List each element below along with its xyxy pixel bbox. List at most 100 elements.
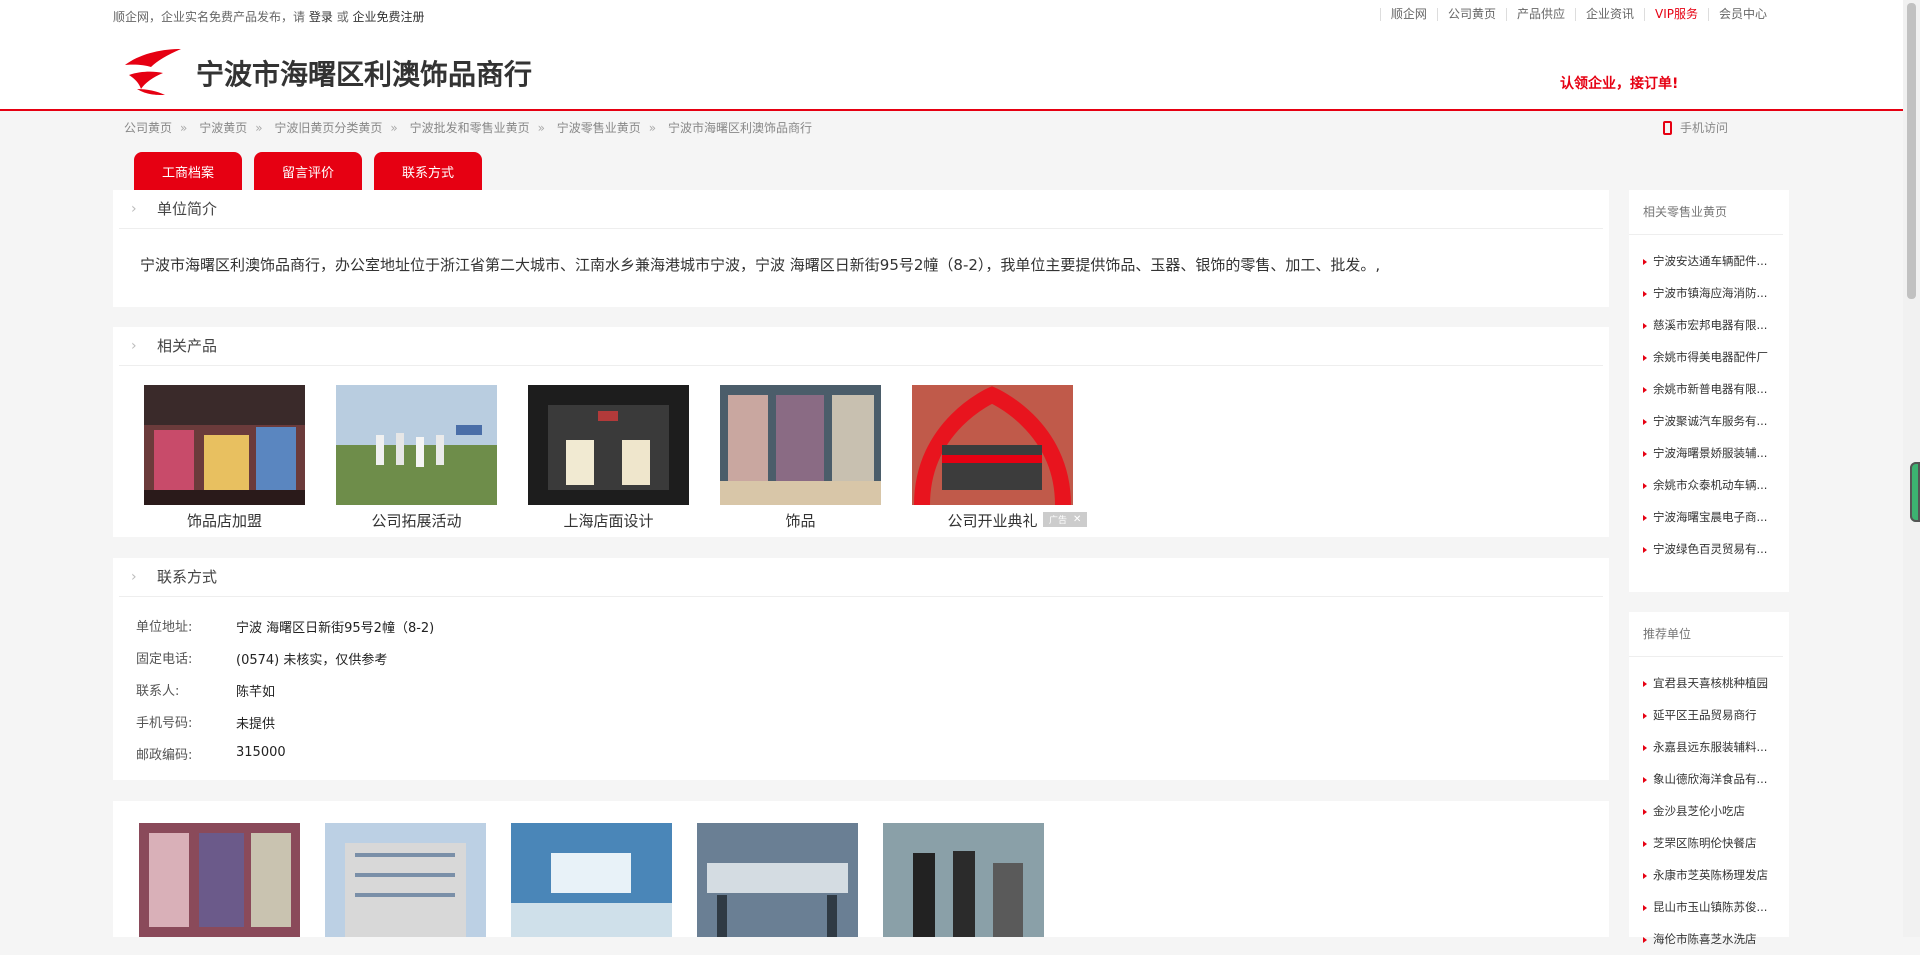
product-caption[interactable]: 公司拓展活动 <box>336 510 497 531</box>
product-caption[interactable]: 饰品 <box>720 510 881 531</box>
contact-panel: › 联系方式 单位地址: 宁波 海曙区日新街95号2幢（8-2) 固定电话: (… <box>113 558 1609 780</box>
intro-heading: › 单位简介 <box>119 190 1603 229</box>
recommend-item[interactable]: 永嘉县远东服装辅料... <box>1643 731 1789 763</box>
products-heading: › 相关产品 <box>119 327 1603 366</box>
product-image[interactable] <box>720 385 881 505</box>
phone-value: (0574) 未核实，仅供参考 <box>236 653 388 668</box>
recommend-item[interactable]: 延平区王品贸易商行 <box>1643 699 1789 731</box>
breadcrumb-sep: » <box>648 121 657 135</box>
recommend-item[interactable]: 芝罘区陈明伦快餐店 <box>1643 827 1789 859</box>
product-caption[interactable]: 上海店面设计 <box>528 510 689 531</box>
product-image[interactable] <box>528 385 689 505</box>
sidebar-recommend-title: 推荐单位 <box>1629 612 1783 657</box>
product-image[interactable] <box>912 385 1073 506</box>
recommend-item[interactable]: 象山德欣海洋食品有... <box>1643 763 1789 795</box>
header: 宁波市海曙区利澳饰品商行 认领企业，接订单! <box>0 31 1903 111</box>
related-item[interactable]: 宁波海曙景娇服装辅... <box>1643 437 1789 469</box>
sidebar-related: 相关零售业黄页 宁波安达通车辆配件... 宁波市镇海应海消防... 慈溪市宏邦电… <box>1629 190 1789 592</box>
ad-badge[interactable]: 广告 ✕ <box>1043 512 1088 527</box>
intro-heading-text: 单位简介 <box>157 200 218 218</box>
breadcrumb-item[interactable]: 公司黄页 <box>124 121 172 135</box>
shunqi-logo-icon[interactable] <box>123 45 183 97</box>
breadcrumb-sep: » <box>390 121 398 135</box>
nav-vip[interactable]: VIP服务 <box>1643 8 1708 21</box>
breadcrumb-item[interactable]: 宁波批发和零售业黄页 <box>410 121 530 135</box>
mobile-access-link[interactable]: 手机访问 <box>1663 119 1728 136</box>
related-item[interactable]: 余姚市众泰机动车辆... <box>1643 469 1789 501</box>
top-bar: 顺企网，企业实名免费产品发布，请 登录 或 企业免费注册 顺企网 公司黄页 产品… <box>0 0 1903 32</box>
top-notice: 顺企网，企业实名免费产品发布，请 登录 或 企业免费注册 <box>113 8 425 25</box>
contact-label: 单位地址: <box>136 620 193 635</box>
products-panel: › 相关产品 饰品店加盟 公司拓展活动 上海店面设计 饰品 公司开业典礼 广告 … <box>113 327 1609 537</box>
chevron-right-icon: › <box>131 201 137 217</box>
product-card[interactable]: 公司拓展活动 <box>336 385 497 531</box>
close-icon[interactable]: ✕ <box>1073 514 1081 525</box>
or-text: 或 <box>336 10 349 24</box>
nav-products[interactable]: 产品供应 <box>1505 8 1575 21</box>
related-item[interactable]: 慈溪市宏邦电器有限... <box>1643 309 1789 341</box>
recommend-item[interactable]: 海伦市陈喜芝水洗店 <box>1643 923 1789 955</box>
related-item[interactable]: 宁波聚诚汽车服务有... <box>1643 405 1789 437</box>
related-item[interactable]: 宁波绿色百灵贸易有... <box>1643 533 1789 565</box>
ad-label: 广告 <box>1049 516 1068 526</box>
gallery-image[interactable] <box>883 823 1044 937</box>
contact-label: 邮政编码: <box>136 748 193 763</box>
postcode-value: 315000 <box>236 745 286 760</box>
notice-text: 顺企网，企业实名免费产品发布，请 <box>113 10 306 24</box>
recommend-list: 宜君县天喜核桃种植园 延平区王品贸易商行 永嘉县远东服装辅料... 象山德欣海洋… <box>1629 657 1789 955</box>
breadcrumb-sep: » <box>180 121 188 135</box>
sidebar-recommend: 推荐单位 宜君县天喜核桃种植园 延平区王品贸易商行 永嘉县远东服装辅料... 象… <box>1629 612 1789 946</box>
tab-reviews[interactable]: 留言评价 <box>254 152 362 190</box>
gallery-image[interactable] <box>511 823 672 937</box>
chevron-right-icon: › <box>131 338 137 354</box>
nav-yellow-pages[interactable]: 公司黄页 <box>1436 8 1506 21</box>
sidebar-related-title: 相关零售业黄页 <box>1629 190 1783 235</box>
gallery-image[interactable] <box>325 823 486 937</box>
related-item[interactable]: 宁波安达通车辆配件... <box>1643 245 1789 277</box>
gallery-image[interactable] <box>139 823 300 937</box>
related-list: 宁波安达通车辆配件... 宁波市镇海应海消防... 慈溪市宏邦电器有限... 余… <box>1629 235 1789 565</box>
gallery-image[interactable] <box>697 823 858 937</box>
related-item[interactable]: 宁波海曙宝晨电子商... <box>1643 501 1789 533</box>
intro-text: 宁波市海曙区利澳饰品商行，办公室地址位于浙江省第二大城市、江南水乡兼海港城市宁波… <box>140 256 1381 274</box>
product-card[interactable]: 公司开业典礼 <box>912 385 1073 531</box>
nav-news[interactable]: 企业资讯 <box>1574 8 1644 21</box>
top-nav: 顺企网 公司黄页 产品供应 企业资讯 VIP服务 会员中心 <box>1379 8 1777 21</box>
nav-member-center[interactable]: 会员中心 <box>1707 8 1777 21</box>
claim-company-link[interactable]: 认领企业，接订单! <box>1560 73 1678 93</box>
recommend-item[interactable]: 宜君县天喜核桃种植园 <box>1643 667 1789 699</box>
gallery-panel <box>113 801 1609 937</box>
contact-person-value: 陈芊如 <box>236 685 276 700</box>
product-card[interactable]: 饰品店加盟 <box>144 385 305 531</box>
recommend-item[interactable]: 昆山市玉山镇陈苏俊... <box>1643 891 1789 923</box>
recommend-item[interactable]: 永康市芝英陈杨理发店 <box>1643 859 1789 891</box>
contact-heading-text: 联系方式 <box>157 568 218 586</box>
product-card[interactable]: 上海店面设计 <box>528 385 689 531</box>
tab-contact[interactable]: 联系方式 <box>374 152 482 190</box>
breadcrumb-item[interactable]: 宁波旧黄页分类黄页 <box>274 121 382 135</box>
related-item[interactable]: 余姚市新普电器有限... <box>1643 373 1789 405</box>
breadcrumb-item[interactable]: 宁波市海曙区利澳饰品商行 <box>668 121 812 135</box>
breadcrumb-item[interactable]: 宁波黄页 <box>199 121 247 135</box>
product-image[interactable] <box>144 385 305 505</box>
products-heading-text: 相关产品 <box>157 337 218 355</box>
contact-heading: › 联系方式 <box>119 558 1603 597</box>
nav-shunqi[interactable]: 顺企网 <box>1379 8 1437 21</box>
mobile-access-label: 手机访问 <box>1680 121 1729 135</box>
product-caption[interactable]: 饰品店加盟 <box>144 510 305 531</box>
product-card[interactable]: 饰品 <box>720 385 881 531</box>
related-item[interactable]: 余姚市得美电器配件厂 <box>1643 341 1789 373</box>
intro-panel: › 单位简介 宁波市海曙区利澳饰品商行，办公室地址位于浙江省第二大城市、江南水乡… <box>113 190 1609 307</box>
register-link[interactable]: 企业免费注册 <box>353 10 425 24</box>
scrollbar-thumb[interactable] <box>1907 3 1916 299</box>
login-link[interactable]: 登录 <box>309 10 333 24</box>
side-float-handle[interactable] <box>1910 462 1920 522</box>
tab-business-record[interactable]: 工商档案 <box>134 152 242 190</box>
recommend-item[interactable]: 金沙县芝伦小吃店 <box>1643 795 1789 827</box>
breadcrumb-sep: » <box>255 121 263 135</box>
product-image[interactable] <box>336 385 497 505</box>
breadcrumb-item[interactable]: 宁波零售业黄页 <box>557 121 641 135</box>
related-item[interactable]: 宁波市镇海应海消防... <box>1643 277 1789 309</box>
chevron-right-icon: › <box>131 569 137 585</box>
mobile-value: 未提供 <box>236 717 276 732</box>
